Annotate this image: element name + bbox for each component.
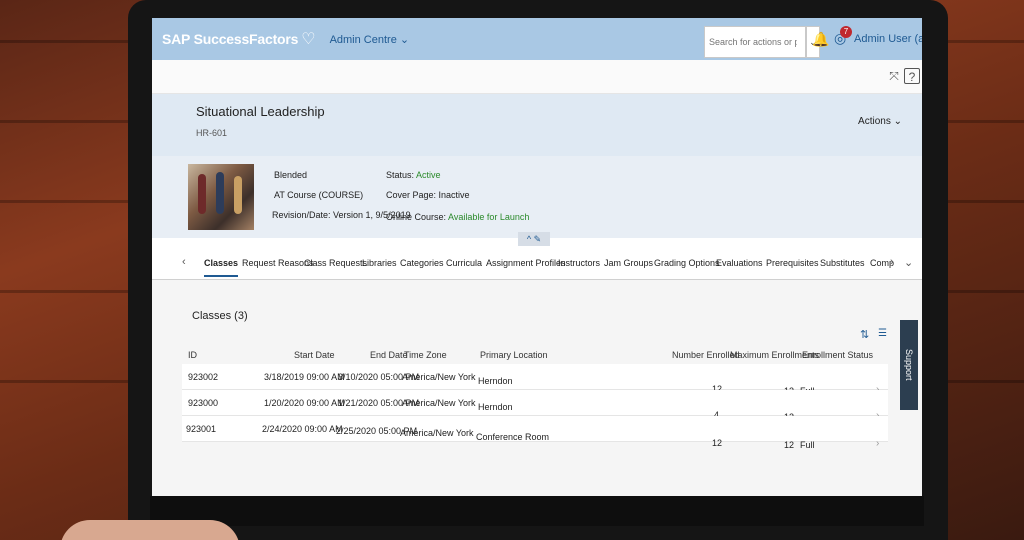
notification-badge: 7 bbox=[840, 26, 852, 38]
course-info: Blended AT Course (COURSE) Revision/Date… bbox=[152, 156, 922, 238]
online-course-label: Online Course: bbox=[386, 212, 447, 222]
course-code: HR-601 bbox=[196, 128, 228, 138]
status-badge: Active bbox=[416, 170, 441, 180]
search-input[interactable] bbox=[709, 37, 797, 47]
column-header: Time Zone bbox=[404, 350, 447, 360]
cell-time-zone: America/New York bbox=[402, 398, 476, 408]
tab-libraries[interactable]: Libraries bbox=[362, 258, 397, 268]
app-logo[interactable]: SAP SuccessFactors bbox=[162, 31, 298, 47]
cell-enrollment-status: Full bbox=[800, 440, 815, 450]
screen: SAP SuccessFactors ♡ Admin Centre ⌄ ⌄ 🔔 … bbox=[152, 18, 922, 496]
tab-prerequisites[interactable]: Prerequisites bbox=[766, 258, 819, 268]
delivery-method: Blended bbox=[274, 170, 308, 180]
bell-icon[interactable]: 🔔 bbox=[812, 31, 829, 48]
tab-classes[interactable]: Classes bbox=[204, 258, 239, 277]
search-box[interactable] bbox=[704, 26, 806, 58]
tab-bar: ‹ Classes Request Reasons Class Requests… bbox=[152, 246, 922, 280]
support-button[interactable]: Support bbox=[900, 320, 918, 410]
tab-curricula[interactable]: Curricula bbox=[446, 258, 482, 268]
cell-enrolled: 12 bbox=[712, 438, 723, 448]
tab-class-requests[interactable]: Class Requests bbox=[304, 258, 367, 268]
cell-start-date: 2/24/2020 09:00 AM bbox=[262, 424, 343, 434]
section-title: Classes (3) bbox=[192, 310, 248, 322]
table-settings-icon[interactable]: ☰ bbox=[878, 328, 887, 339]
cell-start-date: 1/20/2020 09:00 AM bbox=[264, 398, 345, 408]
tab-grading-options[interactable]: Grading Options bbox=[654, 258, 720, 268]
laptop-bezel bbox=[150, 496, 924, 526]
tab-substitutes[interactable]: Substitutes bbox=[820, 258, 865, 268]
cell-location: Herndon bbox=[478, 402, 513, 412]
online-course-field: Online Course: Available for Launch bbox=[386, 212, 529, 222]
cell-max-enrollments: 12 bbox=[784, 440, 795, 450]
column-header: Start Date bbox=[294, 350, 335, 360]
cover-page-status: Cover Page: Inactive bbox=[386, 190, 470, 200]
chevron-right-icon[interactable]: › bbox=[876, 438, 879, 449]
status-label: Status: bbox=[386, 170, 415, 180]
sort-icon[interactable]: ⇅ bbox=[860, 328, 869, 341]
cell-time-zone: America/New York bbox=[400, 428, 474, 438]
expand-icon[interactable]: ⤧ bbox=[886, 68, 902, 84]
cell-location: Conference Room bbox=[476, 432, 550, 442]
collapse-header-button[interactable]: ^ ✎ bbox=[518, 232, 550, 246]
heart-icon: ♡ bbox=[301, 31, 316, 48]
tab-jam-groups[interactable]: Jam Groups bbox=[604, 258, 653, 268]
status-field: Status: Active bbox=[386, 170, 441, 180]
tab-categories[interactable]: Categories bbox=[400, 258, 444, 268]
toolbar: ⤧ ? bbox=[152, 60, 922, 94]
admin-centre-menu[interactable]: Admin Centre ⌄ bbox=[330, 33, 410, 46]
cell-id: 923000 bbox=[188, 398, 219, 408]
cell-id: 923002 bbox=[188, 372, 219, 382]
help-icon[interactable]: ? bbox=[904, 68, 920, 84]
cell-start-date: 3/18/2019 09:00 AM bbox=[264, 372, 345, 382]
hand bbox=[60, 520, 240, 540]
cell-location: Herndon bbox=[478, 376, 513, 386]
tab-request-reasons[interactable]: Request Reasons bbox=[242, 258, 314, 268]
object-header: Situational Leadership HR-601 Actions ⌄ bbox=[152, 94, 922, 156]
classes-section: Classes (3) ⇅ ☰ ID Start Date End Date T… bbox=[152, 280, 922, 496]
column-header: Primary Location bbox=[480, 350, 548, 360]
cell-id: 923001 bbox=[186, 424, 217, 434]
tab-assignment-profiles[interactable]: Assignment Profiles bbox=[486, 258, 566, 268]
column-header: End Date bbox=[370, 350, 408, 360]
tab-evaluations[interactable]: Evaluations bbox=[716, 258, 763, 268]
page-title: Situational Leadership bbox=[196, 104, 325, 119]
chevron-left-icon[interactable]: ‹ bbox=[182, 256, 186, 268]
course-thumbnail bbox=[188, 164, 254, 230]
cell-time-zone: America/New York bbox=[402, 372, 476, 382]
tab-instructors[interactable]: Instructors bbox=[558, 258, 600, 268]
online-course-status: Available for Launch bbox=[448, 212, 530, 222]
actions-button[interactable]: Actions ⌄ bbox=[858, 116, 902, 127]
column-header: Enrollment Status bbox=[802, 350, 874, 360]
chevron-right-icon[interactable]: › bbox=[890, 256, 894, 268]
chevron-down-icon[interactable]: ⌄ bbox=[904, 256, 913, 269]
course-type: AT Course (COURSE) bbox=[274, 190, 364, 200]
user-menu[interactable]: Admin User (admin) ⌄ bbox=[854, 32, 922, 45]
column-header: ID bbox=[188, 350, 197, 360]
